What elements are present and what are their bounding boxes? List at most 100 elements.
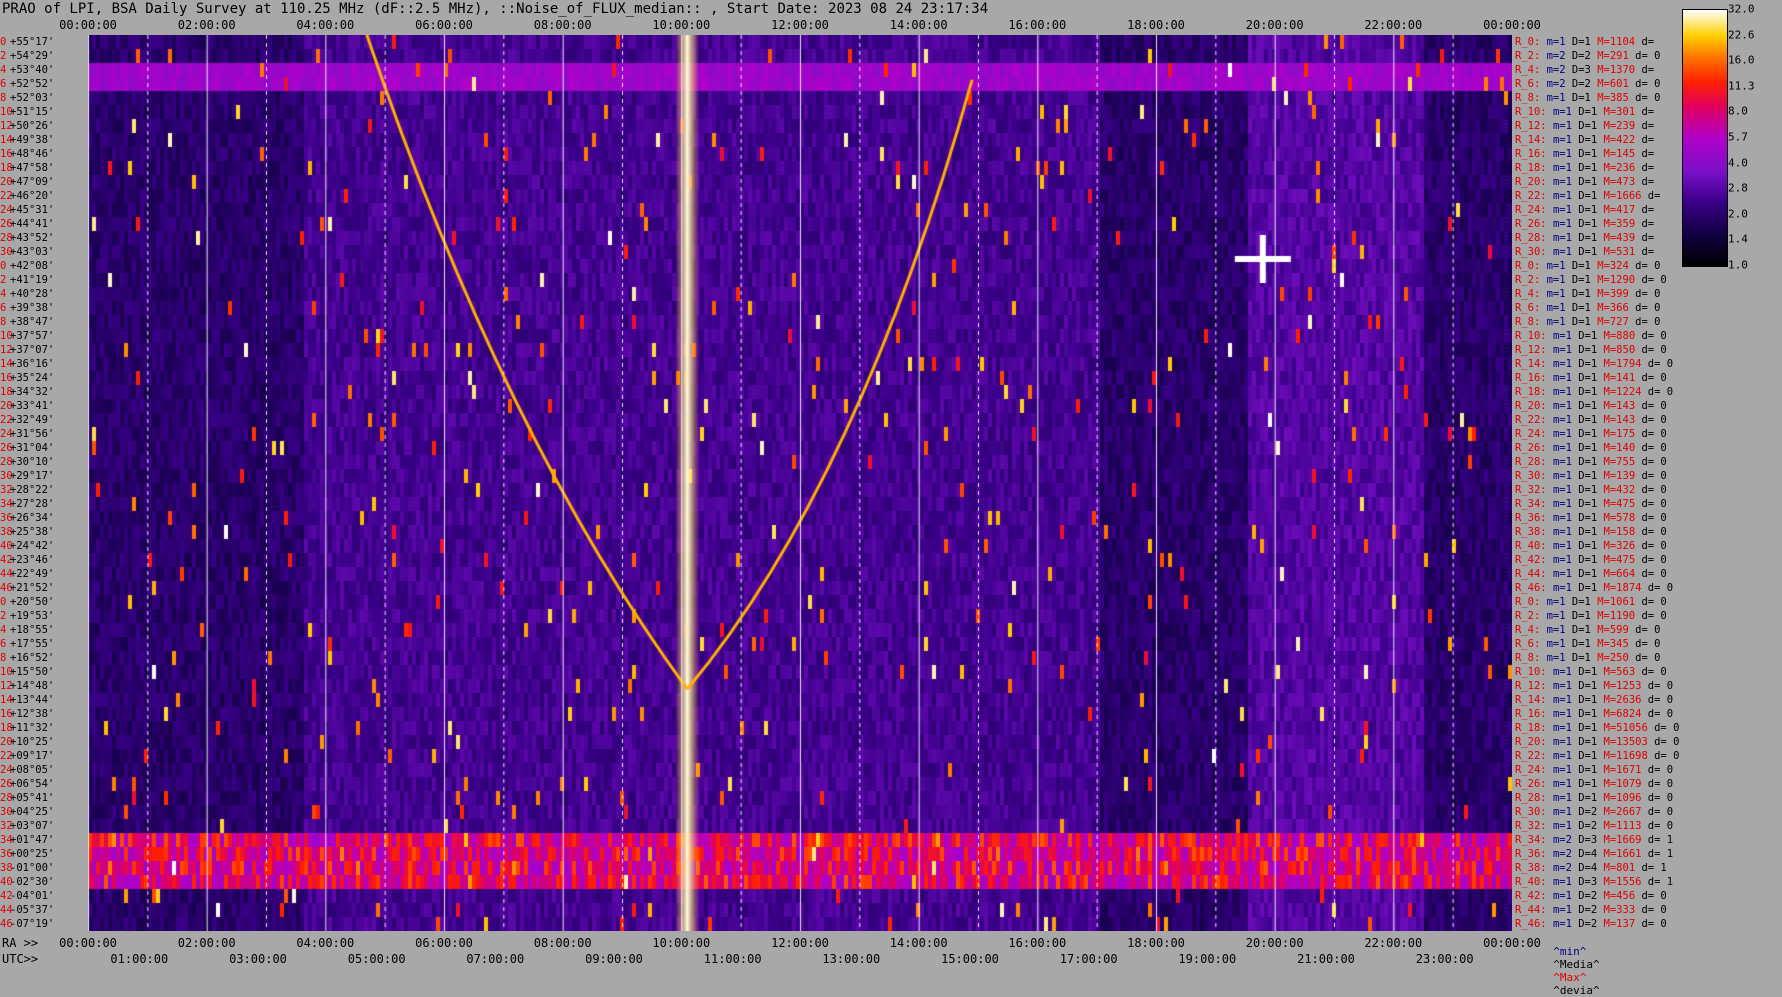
receiver-cell: d= xyxy=(1641,120,1655,132)
dec-index: 40 xyxy=(0,540,13,552)
receiver-cell: M=456 xyxy=(1603,890,1642,902)
dec-value: +25°38' xyxy=(10,526,55,538)
receiver-cell: m=1 xyxy=(1552,372,1579,384)
dec-value: +53°40' xyxy=(10,64,55,76)
dec-label: 42+23°46' xyxy=(0,553,54,567)
receiver-cell: D=1 xyxy=(1578,778,1604,790)
receiver-cell: D=1 xyxy=(1571,302,1598,314)
dec-value: +37°07' xyxy=(10,344,55,356)
dec-index: 2 xyxy=(0,610,7,622)
receiver-cell: M=345 xyxy=(1597,638,1636,650)
dec-label: 0 +20°50' xyxy=(0,595,54,609)
receiver-cell: m=1 xyxy=(1552,358,1579,370)
receiver-cell: m=2 xyxy=(1546,78,1572,90)
utc-tick-label: 15:00:00 xyxy=(941,952,999,966)
dec-value: +35°24' xyxy=(10,372,55,384)
utc-axis: UTC>> 01:00:00 03:00:00 05:00:00 07:00:00 09… xyxy=(0,952,1782,966)
dec-label: 26+06°54' xyxy=(0,777,54,791)
dec-label: 22+32°49' xyxy=(0,413,54,427)
receiver-cell: m=1 xyxy=(1552,386,1579,398)
receiver-cell: R_36: xyxy=(1515,512,1553,524)
receiver-cell: R_8: xyxy=(1515,316,1547,328)
ra-tick-label: 18:00:00 xyxy=(1127,936,1185,950)
stats-legend: ^min^ ^Media^ ^Max^ ^devia^ xyxy=(1540,932,1610,997)
dec-index: 22 xyxy=(0,414,13,426)
receiver-cell: M=801 xyxy=(1603,862,1642,874)
receiver-cell: R_20: xyxy=(1515,400,1553,412)
receiver-cell: m=1 xyxy=(1552,806,1579,818)
receiver-cell: d= 0 xyxy=(1641,400,1667,412)
dec-value: +24°42' xyxy=(10,540,55,552)
receiver-row: R_36: m=2 D=4 M=1661 d= 1 xyxy=(1515,847,1673,861)
receiver-cell: R_0: xyxy=(1515,260,1547,272)
dec-index: 0 xyxy=(0,36,7,48)
receiver-cell: D=1 xyxy=(1578,694,1604,706)
dec-index: 42 xyxy=(0,890,13,902)
dec-index: 36 xyxy=(0,512,13,524)
receiver-cell: M=143 xyxy=(1603,400,1642,412)
receiver-cell: M=578 xyxy=(1603,512,1642,524)
receiver-cell: d= xyxy=(1641,232,1655,244)
receiver-cell: M=475 xyxy=(1603,554,1642,566)
receiver-cell: m=1 xyxy=(1552,218,1579,230)
receiver-cell: m=2 xyxy=(1546,64,1572,76)
receiver-cell: R_28: xyxy=(1515,792,1553,804)
receiver-cell: M=531 xyxy=(1603,246,1642,258)
receiver-row: R_24: m=1 D=1 M=175 d= 0 xyxy=(1515,427,1667,441)
dec-value: +34°32' xyxy=(10,386,55,398)
dec-label: 26+31°04' xyxy=(0,441,54,455)
dec-label: 4 +18°55' xyxy=(0,623,54,637)
dec-value: +36°16' xyxy=(10,358,55,370)
receiver-cell: M=1661 xyxy=(1603,848,1648,860)
receiver-cell: D=1 xyxy=(1578,414,1604,426)
receiver-cell: D=1 xyxy=(1578,162,1604,174)
receiver-row: R_2: m=1 D=1 M=1190 d= 0 xyxy=(1515,609,1667,623)
dec-index: 16 xyxy=(0,148,13,160)
receiver-cell: R_28: xyxy=(1515,232,1553,244)
receiver-cell: M=1190 xyxy=(1597,610,1642,622)
dec-index: 6 xyxy=(0,302,7,314)
receiver-cell: M=1671 xyxy=(1603,764,1648,776)
receiver-row: R_22: m=1 D=1 M=11698 d= 0 xyxy=(1515,749,1679,763)
dec-index: 16 xyxy=(0,708,13,720)
receiver-cell: D=1 xyxy=(1578,120,1604,132)
receiver-cell: d= 1 xyxy=(1641,862,1667,874)
receiver-cell: M=1253 xyxy=(1603,680,1648,692)
receiver-cell: d= 0 xyxy=(1654,722,1680,734)
receiver-cell: D=1 xyxy=(1578,708,1604,720)
dec-label: 14+49°38' xyxy=(0,133,54,147)
receiver-cell: m=1 xyxy=(1546,260,1572,272)
receiver-cell: R_44: xyxy=(1515,904,1553,916)
dec-value: +19°53' xyxy=(10,610,55,622)
receiver-row: R_40: m=1 D=3 M=1556 d= 1 xyxy=(1515,875,1673,889)
receiver-cell: D=1 xyxy=(1578,764,1604,776)
receiver-cell: d= xyxy=(1641,176,1655,188)
receiver-row: R_44: m=1 D=2 M=333 d= 0 xyxy=(1515,903,1667,917)
receiver-cell: d= 0 xyxy=(1641,526,1667,538)
receiver-cell: D=1 xyxy=(1578,386,1604,398)
dec-index: 10 xyxy=(0,106,13,118)
top-tick-label: 16:00:00 xyxy=(1008,18,1067,32)
receiver-row: R_32: m=1 D=2 M=1113 d= 0 xyxy=(1515,819,1673,833)
receiver-cell: D=1 xyxy=(1578,568,1604,580)
colorbar-tick: 22.6 xyxy=(1728,28,1755,42)
receiver-cell: d= xyxy=(1641,64,1655,76)
receiver-cell: D=1 xyxy=(1571,260,1598,272)
receiver-cell: R_10: xyxy=(1515,106,1553,118)
dec-label: 20+10°25' xyxy=(0,735,54,749)
receiver-cell: d= xyxy=(1641,204,1655,216)
dec-index: 14 xyxy=(0,358,13,370)
dec-value: +43°03' xyxy=(10,246,55,258)
colorbar-tick: 2.8 xyxy=(1728,181,1748,195)
receiver-cell: M=850 xyxy=(1603,344,1642,356)
ra-tick-label: 00:00:00 xyxy=(1483,936,1541,950)
dec-value: +44°41' xyxy=(10,218,55,230)
receiver-row: R_24: m=1 D=1 M=1671 d= 0 xyxy=(1515,763,1673,777)
receiver-cell: R_32: xyxy=(1515,484,1553,496)
ra-tick-label: 20:00:00 xyxy=(1245,936,1304,950)
receiver-cell: d= 0 xyxy=(1641,498,1667,510)
receiver-cell: D=2 xyxy=(1578,820,1604,832)
dec-index: 0 xyxy=(0,260,7,272)
receiver-cell: M=175 xyxy=(1603,428,1642,440)
receiver-cell: R_18: xyxy=(1515,386,1553,398)
